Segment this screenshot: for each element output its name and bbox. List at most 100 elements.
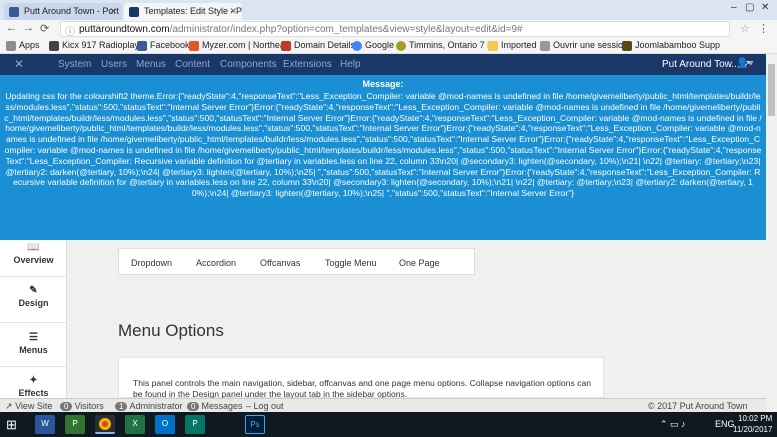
browser-tab-active[interactable]: Templates: Edit Style - P ✕ [124, 3, 242, 20]
messages-indicator[interactable]: 0 Messages [187, 401, 242, 411]
page-title: Menu Options [118, 321, 224, 340]
url-path: /administrator/index.php?option=com_temp… [169, 24, 523, 35]
sidebar-item-effects[interactable]: ✦ Effects [0, 375, 67, 398]
bookmark-favicon-icon [49, 41, 59, 51]
bookmark-label: Facebook [150, 40, 190, 50]
language-indicator[interactable]: ENG [715, 419, 735, 429]
forward-icon[interactable]: → [23, 22, 34, 34]
minimize-icon[interactable]: – [731, 2, 737, 13]
tab-one-page[interactable]: One Page [399, 258, 440, 268]
user-icon[interactable]: 👤▾ [736, 58, 753, 69]
sidebar-item-label: Overview [13, 255, 54, 265]
view-site-label: View Site [15, 401, 53, 411]
logout-link[interactable]: – Log out [246, 401, 284, 411]
visitors-indicator[interactable]: 0 Visitors [60, 401, 104, 411]
maximize-icon[interactable]: ▢ [745, 2, 754, 13]
tab-toggle-menu[interactable]: Toggle Menu [325, 258, 377, 268]
admin-status-bar: ↗ View Site 0 Visitors 1 Administrator 0 Me… [0, 398, 766, 412]
book-icon: 📖 [27, 242, 40, 253]
message-body: Updating css for the colourshift2 theme.… [4, 91, 762, 199]
panel-description: This panel controls the main navigation,… [133, 378, 591, 398]
folder-icon [488, 41, 498, 51]
bookmark-label: Imported [501, 40, 537, 50]
apps-grid-icon [6, 41, 16, 51]
google-icon [352, 41, 362, 51]
bookmark-item[interactable]: Myzer.com | Northea [189, 40, 285, 51]
sidebar-item-overview[interactable]: 📖 Overview [0, 242, 67, 265]
bookmark-apps[interactable]: Apps [6, 40, 40, 51]
bookmark-favicon-icon [189, 41, 199, 51]
menu-menus[interactable]: Menus [136, 59, 166, 70]
reload-icon[interactable]: ⟳ [40, 22, 49, 35]
bookmark-star-icon[interactable]: ☆ [740, 22, 750, 35]
bookmark-item[interactable]: Ouvrir une session [540, 40, 628, 51]
joomla-favicon-icon [129, 7, 139, 17]
view-site-link[interactable]: ↗ View Site [5, 401, 52, 412]
messages-count: 0 [187, 402, 200, 411]
back-icon[interactable]: ← [6, 22, 17, 34]
facebook-icon [137, 41, 147, 51]
word-icon[interactable]: W [35, 415, 55, 434]
sidebar-item-label: Effects [18, 388, 49, 398]
url-field[interactable]: ⓘ puttaroundtown.com/administrator/index… [60, 21, 730, 37]
sidebar-item-menus[interactable]: ☰ Menus [0, 332, 67, 355]
bookmark-item[interactable]: Kicx 917 Radioplayer [49, 40, 147, 51]
bookmark-item[interactable]: Domain Details [281, 40, 355, 51]
menu-help[interactable]: Help [340, 59, 361, 70]
template-sidebar: 📖 Overview ✎ Design ☰ Menus ✦ Effects [0, 240, 67, 398]
browser-menu-icon[interactable]: ⋮ [758, 22, 769, 35]
window-close-icon[interactable]: ✕ [761, 2, 769, 13]
publisher-icon[interactable]: P [185, 415, 205, 434]
divider [0, 366, 67, 367]
menu-extensions[interactable]: Extensions [283, 59, 332, 70]
site-favicon-icon [9, 7, 19, 17]
admin-label: Administrator [129, 401, 183, 411]
menu-components[interactable]: Components [220, 59, 277, 70]
sidebar-item-design[interactable]: ✎ Design [0, 285, 67, 308]
bookmark-favicon-icon [622, 41, 632, 51]
bookmark-item[interactable]: Facebook [137, 40, 190, 51]
joomla-logo-icon[interactable]: ✕ [14, 57, 24, 71]
clock-time[interactable]: 10:02 PM [738, 414, 772, 423]
chrome-icon[interactable] [95, 415, 115, 434]
tab-offcanvas[interactable]: Offcanvas [260, 258, 300, 268]
system-message: Message: Updating css for the colourshif… [0, 75, 766, 240]
messages-label: Messages [201, 401, 243, 411]
browser-tab[interactable]: Putt Around Town - Port ✕ [4, 3, 122, 20]
bookmark-label: Joomlabamboo Supp [635, 40, 721, 50]
photoshop-icon[interactable]: Ps [245, 415, 265, 434]
outlook-icon[interactable]: O [155, 415, 175, 434]
sidebar-item-label: Menus [19, 345, 48, 355]
scrollbar-thumb[interactable] [768, 64, 775, 116]
bookmark-folder[interactable]: Imported [488, 40, 537, 51]
close-tab-icon[interactable]: ✕ [229, 6, 237, 17]
url-host: puttaroundtown.com [79, 24, 170, 35]
system-tray-icons[interactable]: ⌃ ▭ ♪ [660, 419, 686, 430]
sidebar-item-label: Design [18, 298, 49, 308]
logout-label: Log out [253, 401, 284, 411]
bookmark-item[interactable]: Joomlabamboo Supp [622, 40, 721, 51]
menu-content[interactable]: Content [175, 59, 210, 70]
menu-users[interactable]: Users [101, 59, 127, 70]
bookmark-item[interactable]: Google [352, 40, 394, 51]
windows-taskbar: ⊞ W P X O P Ps ⌃ ▭ ♪ ENG 10:02 PM 11/20/… [0, 412, 777, 437]
bookmark-favicon-icon [281, 41, 291, 51]
administrator-indicator[interactable]: 1 Administrator [115, 401, 182, 411]
menu-system[interactable]: System [58, 59, 91, 70]
message-title: Message: [362, 79, 404, 89]
bookmark-favicon-icon [540, 41, 550, 51]
close-tab-icon[interactable]: ✕ [109, 6, 117, 17]
page-info-icon[interactable]: ⓘ [65, 23, 75, 36]
clock-date[interactable]: 11/20/2017 [733, 425, 772, 434]
admin-navbar: ✕ System Users Menus Content Components … [0, 54, 766, 75]
bookmarks-bar: Apps Kicx 917 Radioplayer Facebook Myzer… [0, 38, 777, 54]
bookmark-item[interactable]: Timmins, Ontario 7 D [396, 40, 494, 51]
browser-tab-strip: Putt Around Town - Port ✕ Templates: Edi… [0, 0, 777, 20]
bookmark-label: Apps [19, 40, 40, 50]
project-icon[interactable]: P [65, 415, 85, 434]
tab-accordion[interactable]: Accordion [196, 258, 236, 268]
tab-dropdown[interactable]: Dropdown [131, 258, 172, 268]
windows-start-icon[interactable]: ⊞ [6, 417, 17, 433]
excel-icon[interactable]: X [125, 415, 145, 434]
bookmark-label: Timmins, Ontario 7 D [409, 40, 494, 50]
